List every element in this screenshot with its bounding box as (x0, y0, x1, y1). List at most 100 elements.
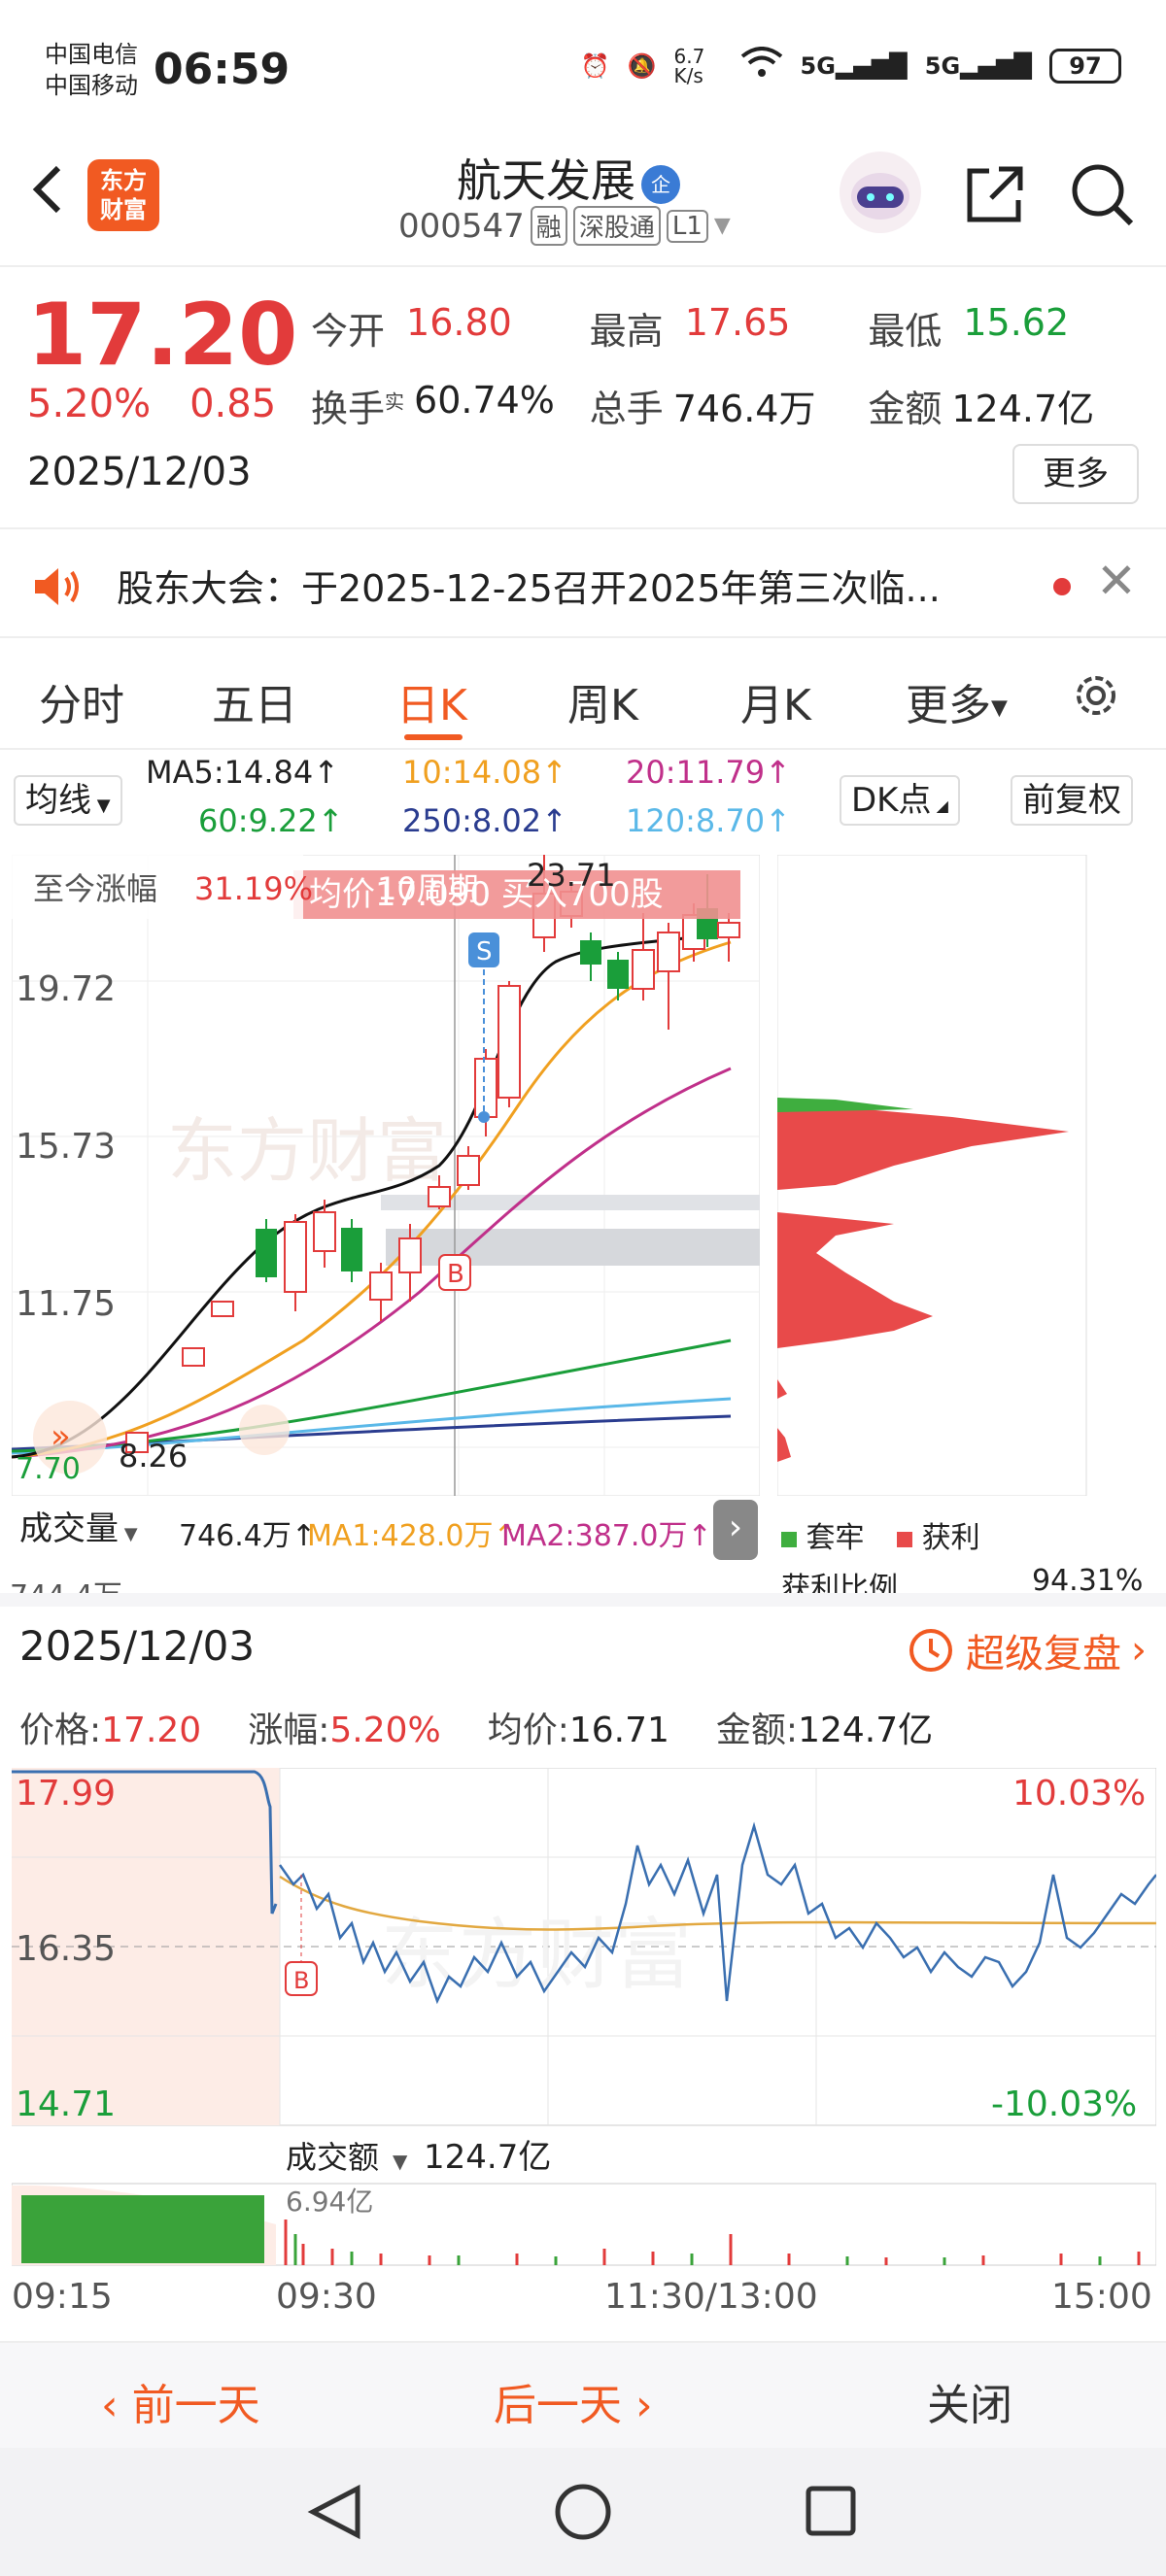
stock-name-text: 航天发展 (457, 154, 635, 207)
amount-selector[interactable]: 成交额 (286, 2139, 379, 2176)
period-count: 10周期 (377, 870, 479, 907)
stock-code-row[interactable]: 000547 融 深股通 L1 ▼ (398, 206, 731, 246)
ma20-value: 20:11.79↑ (626, 754, 791, 791)
volume-label: 总手 (589, 387, 664, 430)
avg-label: 均价: (487, 1711, 569, 1750)
ma120-value: 120:8.70↑ (626, 802, 791, 839)
price-label: 价格: (19, 1711, 102, 1750)
tab-monthly-k[interactable]: 月K (740, 670, 811, 732)
tab-more[interactable]: 更多▼ (906, 670, 1008, 732)
close-button[interactable]: 关闭 (927, 2370, 1012, 2432)
replay-amount: 金额:124.7亿 (716, 1702, 933, 1752)
price-adjust-button[interactable]: 前复权 (1011, 775, 1133, 826)
replay-avg: 均价:16.71 (488, 1702, 669, 1752)
next-day-button[interactable]: 后一天 › (494, 2370, 653, 2432)
amount-value: 124.7亿 (951, 387, 1095, 430)
pct-axis-top: 10.03% (1012, 1774, 1146, 1813)
ma10-value: 10:14.08↑ (402, 754, 567, 791)
search-icon[interactable] (1069, 161, 1137, 233)
low-cell: 最低 15.62 (868, 301, 1147, 355)
speaker-icon (33, 566, 84, 611)
ma60-value: 60:9.22↑ (198, 802, 344, 839)
prev-day-button[interactable]: ‹ 前一天 (101, 2370, 260, 2432)
home-circle-icon[interactable] (555, 2484, 611, 2540)
alarm-icon: ⏰ (580, 52, 610, 80)
active-tab-indicator (404, 734, 463, 740)
replay-stats: 价格:17.20 涨幅:5.20% 均价:16.71 金额:124.7亿 (19, 1702, 933, 1752)
super-replay-label: 超级复盘 (966, 1632, 1121, 1677)
ma-selector[interactable]: 均线 ▼ (14, 775, 122, 826)
signal-1: 5G▂▄▆█ (800, 52, 908, 80)
low-value: 15.62 (963, 300, 1070, 344)
close-icon[interactable]: ✕ (1096, 553, 1137, 609)
kline-chart[interactable]: 东方财富 均价17.090 买入700股 至今涨幅 31.19% 10周期 23… (11, 854, 761, 1497)
pct-value: 5.20% (329, 1711, 441, 1750)
sell-marker-label: S (476, 937, 493, 966)
back-triangle-icon[interactable] (307, 2484, 360, 2540)
pct-label: 涨幅: (248, 1711, 330, 1750)
quote-grid: 今开 16.80 最高 17.65 最低 15.62 换手实 60.74% 总手 746.… (311, 288, 1147, 444)
enterprise-badge: 企 (641, 164, 680, 204)
volume-cell: 总手 746.4万 (590, 379, 869, 432)
assistant-robot-icon[interactable] (840, 152, 921, 233)
chevron-right-icon: › (1131, 1628, 1147, 1673)
super-replay-button[interactable]: 超级复盘 › (906, 1622, 1147, 1678)
time-0930: 09:30 (276, 2277, 377, 2312)
period-gain-value: 31.19% (194, 870, 313, 907)
amount-label: 金额: (715, 1711, 799, 1750)
quote-row: 今开 16.80 最高 17.65 最低 15.62 (311, 288, 1147, 366)
pct-axis-bottom: -10.03% (991, 2085, 1137, 2124)
battery-level: 97 (1069, 52, 1102, 80)
turnover-value: 60.74% (414, 378, 555, 422)
low-marker: 7.70 (16, 1452, 81, 1486)
tab-more-label: 更多 (906, 681, 991, 730)
high-value: 17.65 (684, 300, 791, 344)
high-label: 最高 (589, 309, 664, 353)
open-cell: 今开 16.80 (311, 301, 590, 355)
notice-bar[interactable]: 股东大会：于2025-12-25召开2025年第三次临... ✕ (0, 531, 1166, 638)
y-tick-1: 19.72 (16, 969, 116, 1009)
turnover-label-text: 换手 (311, 387, 386, 430)
expand-right-icon[interactable]: › (713, 1500, 758, 1560)
tag-margin: 融 (530, 206, 567, 246)
signal-2: 5G▂▄▆█ (924, 52, 1032, 80)
recents-square-icon[interactable] (806, 2486, 856, 2536)
notice-text[interactable]: 股东大会：于2025-12-25召开2025年第三次临... (117, 559, 1011, 612)
more-button[interactable]: 更多 (1012, 444, 1139, 504)
zoom-badge[interactable] (239, 1405, 290, 1455)
back-button[interactable] (27, 160, 66, 234)
volume-selector[interactable]: 成交量 ▼ (10, 1506, 148, 1556)
share-icon[interactable] (962, 163, 1026, 231)
tab-daily-k[interactable]: 日K (396, 670, 467, 732)
volume-ma1: MA1:428.0万↑ (307, 1519, 518, 1553)
intraday-chart[interactable]: 东方财富 B 17.99 16.35 14.71 10.03% -10.03% … (11, 1767, 1157, 2317)
amount-value: 124.7亿 (798, 1711, 934, 1750)
change-amount: 0.85 (189, 382, 277, 426)
gear-icon[interactable] (1069, 668, 1123, 727)
replay-price: 价格:17.20 (19, 1702, 201, 1752)
carrier-labels: 中国电信 中国移动 (45, 39, 138, 101)
amount-total: 124.7亿 (424, 2138, 551, 2177)
stock-name[interactable]: 航天发展企 (457, 146, 680, 210)
dk-point-selector[interactable]: DK点 ◢ (840, 775, 960, 826)
next-day-label: 后一天 (494, 2381, 622, 2430)
open-value: 16.80 (406, 300, 512, 344)
status-icons: ⏰ 🔕 6.7 K/s 5G▂▄▆█ 5G▂▄▆█ 97 (581, 47, 1121, 85)
caret-down-icon: ▼ (991, 695, 1008, 721)
chip-svg (776, 854, 1087, 1497)
tab-five-day[interactable]: 五日 (212, 670, 297, 732)
replay-panel: 2025/12/03 超级复盘 › 价格:17.20 涨幅:5.20% 均价:16… (0, 1593, 1166, 2341)
chevron-left-icon: ‹ (101, 2381, 132, 2430)
app-header: 东方财富 航天发展企 000547 融 深股通 L1 ▼ (0, 146, 1166, 267)
trap-swatch (781, 1532, 797, 1547)
chevron-right-icon: › (622, 2381, 653, 2430)
replay-pct: 涨幅:5.20% (248, 1702, 441, 1752)
high-label: 23.71 (527, 857, 616, 894)
last-price: 17.20 (27, 285, 298, 385)
y-tick-2: 15.73 (16, 1127, 116, 1167)
tab-weekly-k[interactable]: 周K (567, 670, 638, 732)
tab-intraday[interactable]: 分时 (39, 670, 124, 732)
caret-down-icon: ▼ (119, 1524, 138, 1544)
intraday-buy-label: B (293, 1967, 309, 1994)
day-navigation: ‹ 前一天 后一天 › 关闭 (0, 2341, 1166, 2448)
